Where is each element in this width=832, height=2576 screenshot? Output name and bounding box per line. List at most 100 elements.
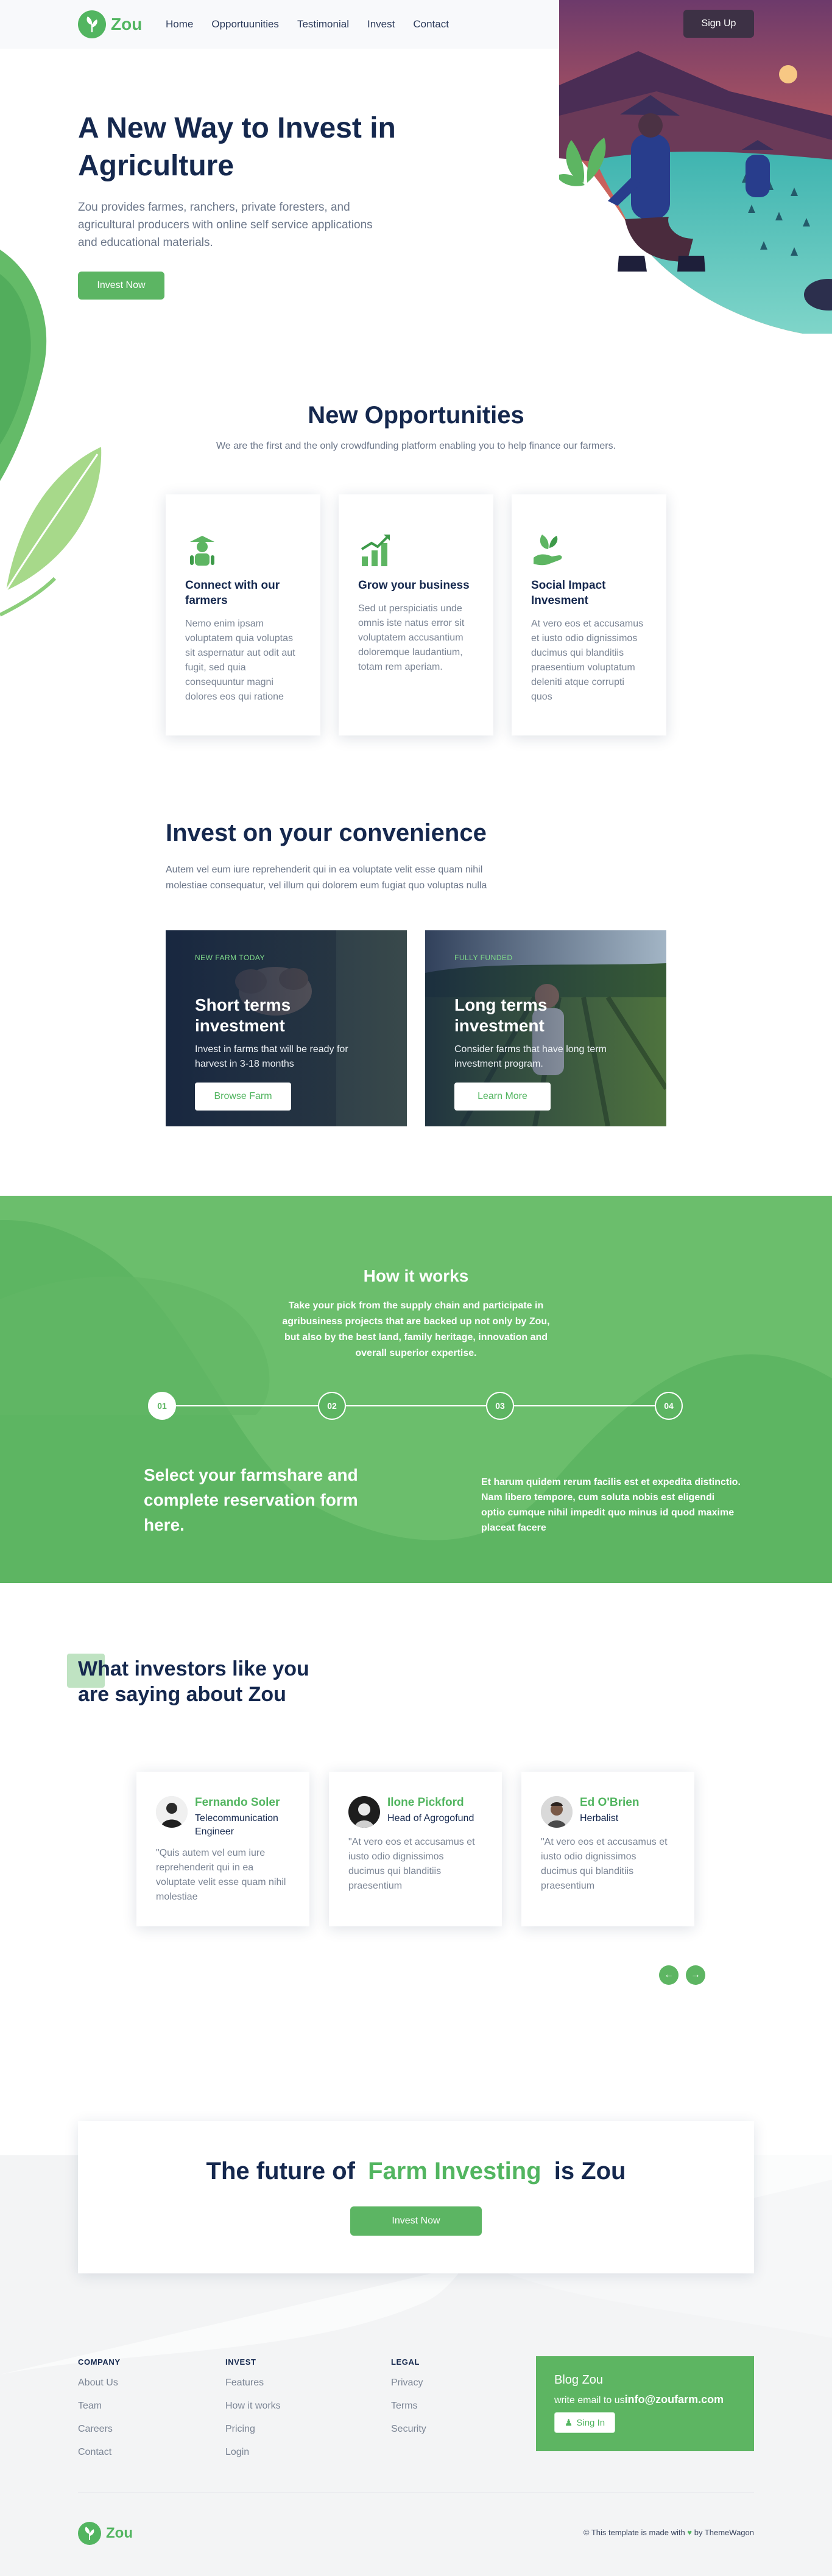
step-2[interactable]: 02 xyxy=(318,1392,346,1420)
nav-invest[interactable]: Invest xyxy=(367,18,395,30)
brand-logo[interactable]: Zou xyxy=(78,10,142,38)
card-title: Short terms investment xyxy=(195,995,291,1035)
testimonial-quote: "Quis autem vel eum iure reprehenderit q… xyxy=(156,1848,286,1902)
cta-title: The future of Farm Investing is Zou xyxy=(78,2158,754,2185)
credit-pre: © This template is made with xyxy=(583,2528,685,2537)
card-text: Consider farms that have long term inves… xyxy=(454,1044,607,1069)
long-term-card: FULLY FUNDED Long terms investment Consi… xyxy=(425,930,666,1126)
farmer-illustration xyxy=(559,0,832,334)
testimonial-name: Ilone Pickford xyxy=(387,1796,464,1809)
hero-description: Zou provides farmes, ranchers, private f… xyxy=(78,201,373,249)
avatar xyxy=(156,1796,188,1828)
cta-title-post: is Zou xyxy=(554,2158,626,2185)
blog-email-line: write email to usinfo@zoufarm.com xyxy=(554,2393,736,2406)
user-icon: ♟ xyxy=(564,2418,573,2428)
card-title: Grow your business xyxy=(358,579,470,592)
step-detail: Et harum quidem rerum facilis est et exp… xyxy=(481,1477,741,1533)
opportunity-card: Connect with our farmers Nemo enim ipsam… xyxy=(166,494,320,735)
card-text: Sed ut perspiciatis unde omnis iste natu… xyxy=(358,603,465,672)
footer-link[interactable]: Features xyxy=(225,2378,281,2388)
blog-email[interactable]: info@zoufarm.com xyxy=(625,2393,724,2406)
footer-column-invest: INVEST Features How it works Pricing Log… xyxy=(225,2357,281,2470)
convenience-subtitle: Autem vel eum iure reprehenderit qui in … xyxy=(166,865,487,891)
testimonial-role: Herbalist xyxy=(580,1813,619,1823)
footer-link[interactable]: How it works xyxy=(225,2401,281,2412)
farmer-icon xyxy=(190,536,214,566)
nav-home[interactable]: Home xyxy=(166,18,193,30)
sign-in-button[interactable]: ♟ Sing In xyxy=(554,2412,615,2433)
testimonial-card: Ilone Pickford Head of Agrogofund "At ve… xyxy=(329,1772,502,1926)
footer-link[interactable]: Contact xyxy=(78,2447,121,2458)
card-title: Social Impact Invesment xyxy=(531,579,606,607)
nav-links: Home Opportuunities Testimonial Invest C… xyxy=(166,18,449,30)
sign-in-label: Sing In xyxy=(576,2417,605,2428)
prev-arrow-icon[interactable]: ← xyxy=(659,1965,679,1985)
footer-column-legal: LEGAL Privacy Terms Security xyxy=(391,2357,426,2447)
opportunities-title: New Opportunities xyxy=(308,402,524,429)
blog-email-prefix: write email to us xyxy=(554,2395,625,2406)
footer-column-title: INVEST xyxy=(225,2357,256,2367)
nav-testimonial[interactable]: Testimonial xyxy=(297,18,349,30)
footer-link[interactable]: Terms xyxy=(391,2401,426,2412)
footer-brand-logo[interactable]: Zou xyxy=(78,2522,133,2545)
footer-column-title: LEGAL xyxy=(391,2357,420,2367)
avatar xyxy=(541,1796,573,1828)
blog-title: Blog Zou xyxy=(554,2373,604,2387)
card-tag: NEW FARM TODAY xyxy=(195,953,266,962)
cta-invest-button[interactable]: Invest Now xyxy=(350,2206,482,2236)
short-term-card: NEW FARM TODAY Short terms investment In… xyxy=(166,930,407,1126)
leaf-logo-icon xyxy=(78,10,106,38)
growth-chart-icon xyxy=(361,535,390,566)
footer-link[interactable]: Security xyxy=(391,2424,426,2435)
footer-link[interactable]: Team xyxy=(78,2401,121,2412)
cta-title-pre: The future of xyxy=(206,2158,355,2185)
footer-link[interactable]: Careers xyxy=(78,2424,121,2435)
testimonial-card: Fernando Soler Telecommunication Enginee… xyxy=(136,1772,309,1926)
step-3[interactable]: 03 xyxy=(486,1392,514,1420)
decorative-leaves xyxy=(0,250,102,617)
footer-link[interactable]: About Us xyxy=(78,2378,121,2388)
step-1[interactable]: 01 xyxy=(148,1392,176,1420)
testimonial-role: Head of Agrogofund xyxy=(387,1813,474,1823)
step-4[interactable]: 04 xyxy=(655,1392,683,1420)
how-title: How it works xyxy=(363,1266,469,1285)
testimonial-card: Ed O'Brien Herbalist "At vero eos et acc… xyxy=(521,1772,694,1926)
card-text: At vero eos et accusamus et iusto odio d… xyxy=(531,619,644,702)
footer-link[interactable]: Pricing xyxy=(225,2424,281,2435)
testimonial-role: Telecommunication Engineer xyxy=(195,1813,278,1837)
how-it-works-section: How it works Take your pick from the sup… xyxy=(0,1196,832,1583)
brand-name: Zou xyxy=(111,15,143,33)
testimonial-name: Fernando Soler xyxy=(195,1796,280,1809)
browse-farm-button[interactable]: Browse Farm xyxy=(195,1083,291,1111)
steps-connector xyxy=(162,1405,669,1406)
footer-credit: © This template is made with ♥ by ThemeW… xyxy=(565,2528,754,2537)
brand-name: Zou xyxy=(106,2525,133,2541)
footer-link[interactable]: Login xyxy=(225,2447,281,2458)
footer-column-title: COMPANY xyxy=(78,2357,121,2367)
next-arrow-icon[interactable]: → xyxy=(686,1965,705,1985)
cta-title-highlight: Farm Investing xyxy=(368,2158,541,2185)
nav-contact[interactable]: Contact xyxy=(413,18,449,30)
card-tag: FULLY FUNDED xyxy=(454,953,513,962)
convenience-title: Invest on your convenience xyxy=(166,819,487,846)
card-title: Long terms investment xyxy=(454,995,548,1035)
opportunity-card: Grow your business Sed ut perspiciatis u… xyxy=(339,494,493,735)
signup-button[interactable]: Sign Up xyxy=(683,10,754,38)
hero-title: A New Way to Invest in Agriculture xyxy=(78,112,396,182)
card-text: Nemo enim ipsam voluptatem quia voluptas… xyxy=(185,619,295,702)
heart-icon: ♥ xyxy=(687,2528,693,2537)
how-description: Take your pick from the supply chain and… xyxy=(282,1300,550,1358)
leaf-logo-icon xyxy=(78,2522,101,2545)
credit-post[interactable]: by ThemeWagon xyxy=(694,2528,754,2537)
avatar xyxy=(348,1796,380,1828)
testimonial-name: Ed O'Brien xyxy=(580,1796,640,1809)
blog-box: Blog Zou write email to usinfo@zoufarm.c… xyxy=(536,2356,754,2451)
card-text: Invest in farms that will be ready for h… xyxy=(195,1044,348,1069)
testimonial-quote: "At vero eos et accusamus et iusto odio … xyxy=(541,1837,668,1891)
footer-link[interactable]: Privacy xyxy=(391,2378,426,2388)
hand-plant-icon xyxy=(534,535,562,566)
learn-more-button[interactable]: Learn More xyxy=(454,1083,551,1111)
testimonial-quote: "At vero eos et accusamus et iusto odio … xyxy=(348,1837,475,1891)
opportunities-subtitle: We are the first and the only crowdfundi… xyxy=(216,441,616,451)
nav-opportunities[interactable]: Opportuunities xyxy=(211,18,279,30)
